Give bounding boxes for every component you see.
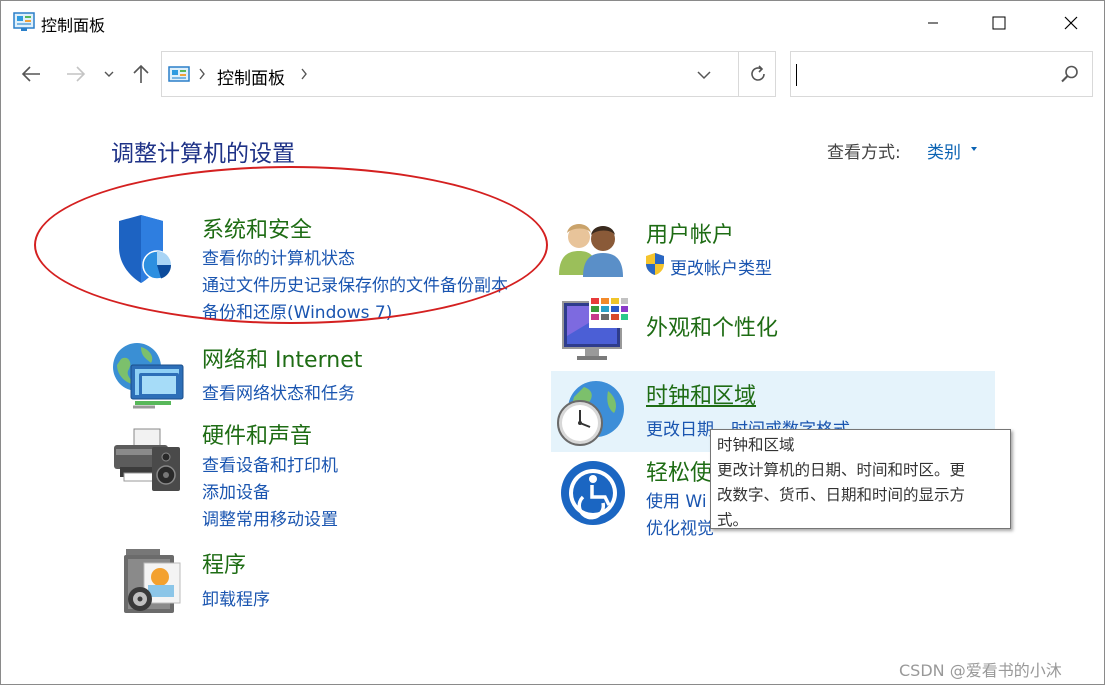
clock-region-icon[interactable] <box>556 379 628 449</box>
programs-icon[interactable] <box>122 547 186 615</box>
breadcrumb-control-panel[interactable]: 控制面板 <box>217 64 285 89</box>
up-button[interactable] <box>127 59 155 89</box>
back-button[interactable] <box>17 59 45 89</box>
category-appearance-personalization[interactable]: 外观和个性化 <box>646 310 778 342</box>
maximize-icon <box>992 16 1006 30</box>
control-panel-window: 控制面板 控制面板 调整计算机的设置 查看方式: 类别 系统和安全 查看你的计算… <box>0 0 1105 685</box>
category-ease-of-access[interactable]: 轻松使 <box>646 455 712 487</box>
address-dropdown-button[interactable] <box>692 65 716 85</box>
link-add-device[interactable]: 添加设备 <box>202 478 270 503</box>
network-globe-icon[interactable] <box>111 341 189 411</box>
arrow-right-icon <box>67 66 86 82</box>
tooltip-title: 时钟和区域 <box>717 436 795 454</box>
tooltip-text-line-3: 式。 <box>717 511 749 529</box>
tooltip-clock-region: 时钟和区域 更改计算机的日期、时间和时区。更 改数字、货币、日期和时间的显示方 … <box>710 429 1011 529</box>
link-network-status-tasks[interactable]: 查看网络状态和任务 <box>202 379 355 404</box>
close-button[interactable] <box>1048 1 1094 45</box>
view-by-dropdown[interactable]: 类别 <box>927 138 961 163</box>
ease-of-access-icon[interactable] <box>559 459 627 527</box>
link-uninstall-program[interactable]: 卸载程序 <box>202 585 270 610</box>
tooltip-text-line-1: 更改计算机的日期、时间和时区。更 <box>717 461 966 479</box>
page-title: 调整计算机的设置 <box>111 141 295 167</box>
link-mobility-settings[interactable]: 调整常用移动设置 <box>202 505 338 530</box>
chevron-down-icon <box>104 71 114 77</box>
refresh-button[interactable] <box>738 52 776 96</box>
link-change-account-type[interactable]: 更改帐户类型 <box>670 254 772 279</box>
dropdown-arrow-icon[interactable] <box>971 147 977 151</box>
forward-button[interactable] <box>62 59 90 89</box>
appearance-personalization-icon[interactable] <box>561 296 631 364</box>
user-accounts-icon[interactable] <box>557 219 633 279</box>
search-box[interactable] <box>790 51 1093 97</box>
minimize-button[interactable] <box>910 1 956 45</box>
category-clock-region[interactable]: 时钟和区域 <box>646 378 756 410</box>
uac-shield-icon <box>646 253 664 275</box>
text-cursor <box>796 64 797 86</box>
link-optimize-visual-display[interactable]: 优化视觉 <box>646 514 714 539</box>
refresh-icon <box>750 65 765 81</box>
link-devices-printers[interactable]: 查看设备和打印机 <box>202 451 338 476</box>
category-user-accounts[interactable]: 用户帐户 <box>646 217 734 249</box>
category-network-internet[interactable]: 网络和 Internet <box>202 342 362 374</box>
minimize-icon <box>928 22 938 24</box>
title-bar: 控制面板 <box>1 1 1104 45</box>
search-icon[interactable] <box>1060 64 1080 84</box>
arrow-left-icon <box>21 66 40 82</box>
link-use-windows-suggestions[interactable]: 使用 Wi <box>646 487 707 512</box>
watermark: CSDN @爱看书的小沐 <box>899 661 1062 680</box>
category-hardware-sound[interactable]: 硬件和声音 <box>202 418 312 450</box>
chevron-right-icon[interactable] <box>198 66 206 82</box>
maximize-button[interactable] <box>976 1 1022 45</box>
annotation-ellipse <box>34 166 548 324</box>
chevron-down-icon <box>697 71 711 80</box>
chevron-right-icon[interactable] <box>300 66 308 82</box>
printer-speaker-icon[interactable] <box>112 427 186 493</box>
close-icon <box>1064 16 1078 30</box>
tooltip-text-line-2: 改数字、货币、日期和时间的显示方 <box>717 486 966 504</box>
search-input[interactable] <box>799 62 1049 86</box>
control-panel-icon <box>13 12 35 31</box>
arrow-up-icon <box>133 64 149 83</box>
control-panel-icon <box>168 66 190 82</box>
address-bar[interactable]: 控制面板 <box>161 51 776 97</box>
window-title: 控制面板 <box>41 16 106 35</box>
category-programs[interactable]: 程序 <box>202 547 246 579</box>
view-by-label: 查看方式: <box>827 143 901 163</box>
recent-locations-button[interactable] <box>97 59 121 89</box>
